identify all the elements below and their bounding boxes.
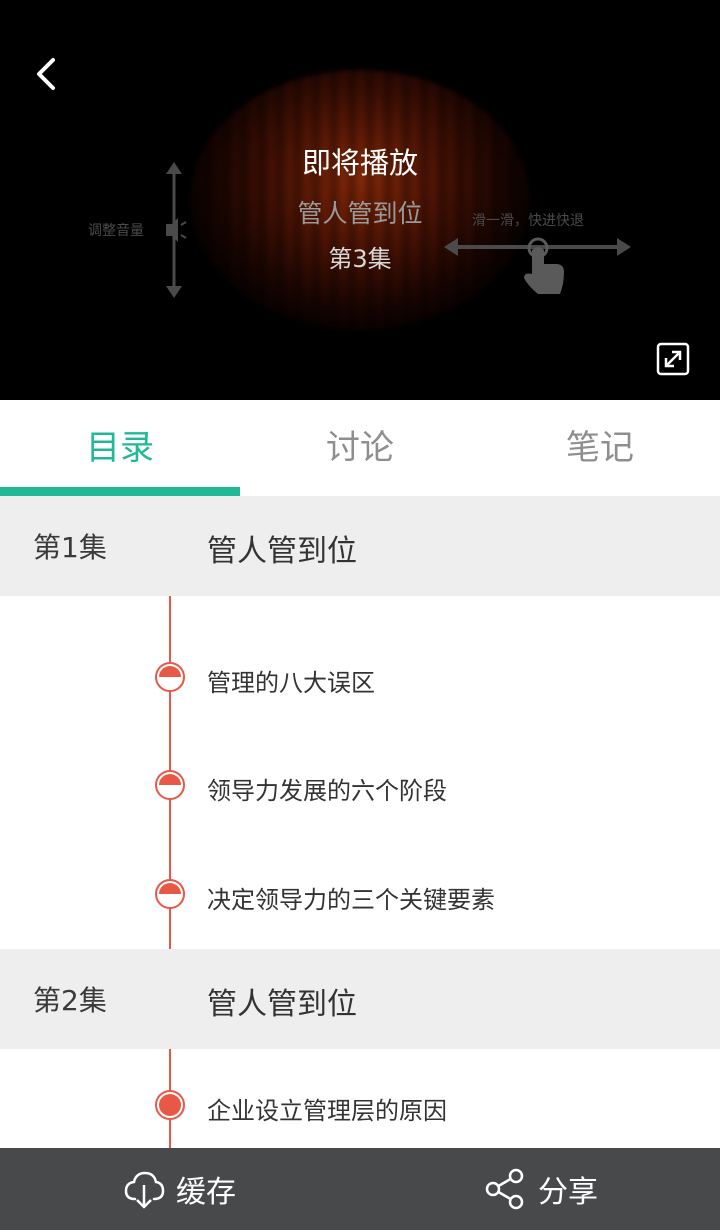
hand-swipe-icon — [440, 228, 635, 298]
list-item[interactable]: 企业设立管理层的原因 — [207, 1091, 447, 1126]
episode-title: 管人管到位 — [207, 534, 357, 569]
tab-notes[interactable]: 笔记 — [480, 400, 720, 496]
share-label: 分享 — [538, 1175, 598, 1210]
list-item[interactable]: 领导力发展的六个阶段 — [207, 771, 447, 806]
tab-catalog[interactable]: 目录 — [0, 400, 240, 496]
half-progress-icon — [154, 878, 186, 910]
episode-number: 第1集 — [33, 531, 107, 564]
video-player[interactable]: 即将播放 管人管到位 第3集 调整音量 滑一滑，快进快退 — [0, 0, 720, 400]
tab-discussion[interactable]: 讨论 — [240, 400, 480, 496]
episode-title: 管人管到位 — [207, 987, 357, 1022]
fullscreen-icon[interactable] — [656, 342, 690, 376]
cloud-download-icon — [122, 1167, 166, 1211]
cache-button[interactable]: 缓存 — [122, 1148, 236, 1230]
tab-bar: 目录 讨论 笔记 — [0, 400, 720, 496]
back-chevron-icon[interactable] — [26, 52, 70, 96]
volume-hint: 调整音量 — [88, 223, 144, 239]
list-item[interactable]: 管理的八大误区 — [207, 663, 375, 698]
bottom-action-bar: 缓存 分享 — [0, 1148, 720, 1230]
active-tab-indicator — [0, 487, 240, 496]
speaker-icon — [160, 160, 190, 300]
episode-number: 第2集 — [33, 984, 107, 1017]
cache-label: 缓存 — [176, 1175, 236, 1210]
share-icon — [484, 1167, 528, 1211]
half-progress-icon — [154, 769, 186, 801]
half-progress-icon — [154, 661, 186, 693]
episode-header[interactable]: 第1集 管人管到位 — [0, 496, 720, 596]
episode-header[interactable]: 第2集 管人管到位 — [0, 949, 720, 1049]
full-progress-icon — [154, 1089, 186, 1121]
seek-hint: 滑一滑，快进快退 — [472, 213, 584, 229]
share-button[interactable]: 分享 — [484, 1148, 598, 1230]
upcoming-label: 即将播放 — [301, 146, 418, 180]
list-item[interactable]: 决定领导力的三个关键要素 — [207, 880, 495, 915]
